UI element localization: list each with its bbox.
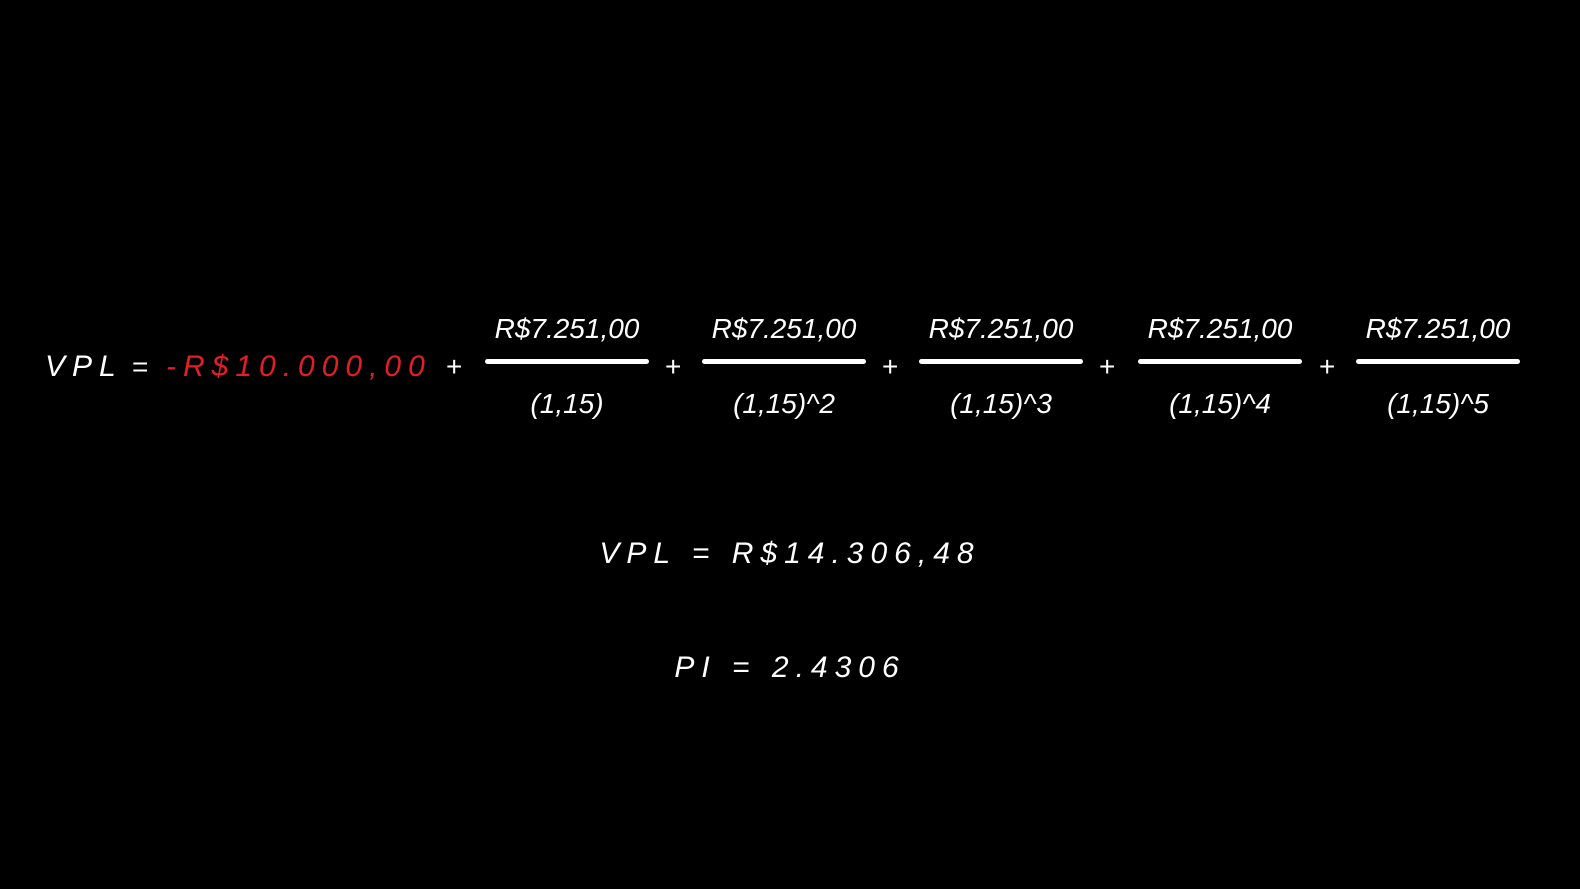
equals-sign: = [132,351,149,382]
fraction-numerator: R$7.251,00 [494,313,640,344]
plus-sign-3: + [882,351,899,382]
fraction-bar [1356,359,1520,364]
fraction-year-4: R$7.251,00 (1,15)^4 [1138,312,1302,432]
fraction-denominator: (1,15) [530,388,604,419]
fraction-denominator: (1,15)^5 [1387,388,1489,419]
fraction-denominator: (1,15)^4 [1169,388,1271,419]
vpl-result: VPL = R$14.306,48 [599,537,981,570]
fraction-numerator: R$7.251,00 [928,313,1074,344]
fraction-year-1: R$7.251,00 (1,15) [485,312,649,432]
plus-sign-4: + [1099,351,1116,382]
fraction-denominator: (1,15)^3 [950,388,1052,419]
pi-result: PI = 2.4306 [674,651,906,684]
fraction-bar [702,359,866,364]
plus-sign-1: + [446,351,463,382]
fraction-year-3: R$7.251,00 (1,15)^3 [919,312,1083,432]
fraction-bar [1138,359,1302,364]
vpl-label: VPL [45,350,123,383]
fraction-numerator: R$7.251,00 [1365,313,1511,344]
plus-sign-5: + [1319,351,1336,382]
initial-investment: -R$10.000,00 [166,350,432,383]
fraction-bar [485,359,649,364]
plus-sign-2: + [665,351,682,382]
fraction-bar [919,359,1083,364]
fraction-denominator: (1,15)^2 [733,388,835,419]
fraction-numerator: R$7.251,00 [711,313,857,344]
fraction-numerator: R$7.251,00 [1147,313,1293,344]
fraction-year-2: R$7.251,00 (1,15)^2 [702,312,866,432]
formula-slide: VPL = -R$10.000,00 + R$7.251,00 (1,15) +… [0,0,1580,889]
fraction-year-5: R$7.251,00 (1,15)^5 [1356,312,1520,432]
